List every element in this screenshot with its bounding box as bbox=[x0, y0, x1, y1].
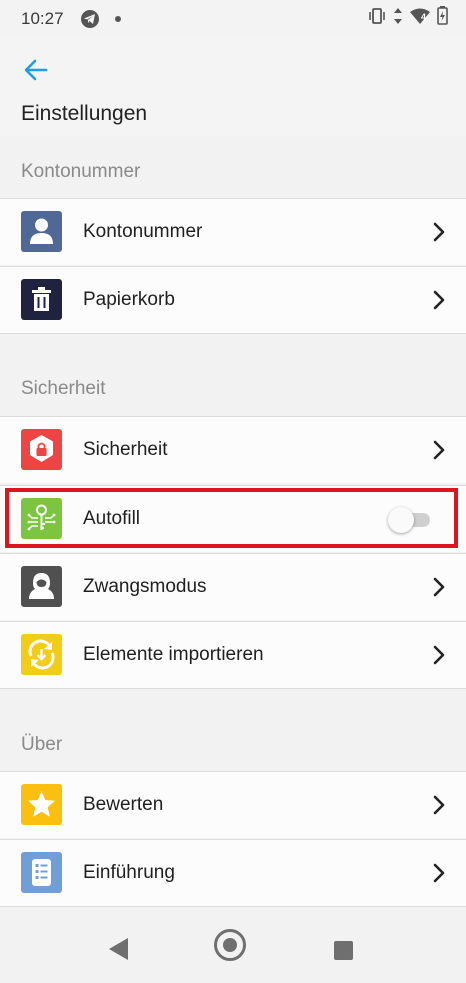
chevron-right-icon bbox=[432, 794, 446, 816]
chevron-right-icon bbox=[432, 221, 446, 243]
settings-item-trash[interactable]: Papierkorb bbox=[0, 266, 466, 334]
nav-recents-icon[interactable] bbox=[334, 941, 353, 960]
status-bar: 10:27 4 bbox=[0, 0, 466, 38]
settings-item-label: Bewerten bbox=[83, 794, 164, 815]
settings-item-label: Elemente importieren bbox=[83, 644, 264, 665]
settings-item-account-number[interactable]: Kontonummer bbox=[0, 198, 466, 265]
settings-item-import-items[interactable]: Elemente importieren bbox=[0, 621, 466, 689]
settings-item-security[interactable]: Sicherheit bbox=[0, 416, 466, 483]
circuit-key-icon bbox=[21, 498, 62, 539]
hooded-figure-icon bbox=[21, 566, 62, 607]
settings-item-label: Autofill bbox=[83, 508, 141, 529]
nav-home-icon[interactable] bbox=[214, 929, 246, 961]
status-time: 10:27 bbox=[21, 9, 64, 28]
status-icons: 4 bbox=[368, 6, 448, 30]
signal-label: 4 bbox=[421, 11, 427, 22]
settings-item-label: Papierkorb bbox=[83, 289, 175, 310]
user-icon bbox=[21, 211, 62, 252]
settings-item-label: Einführung bbox=[83, 862, 175, 883]
app-bar: Einstellungen bbox=[0, 38, 466, 136]
wifi-icon: 4 bbox=[410, 8, 430, 29]
section-header-security: Sicherheit bbox=[0, 358, 466, 416]
settings-item-rate[interactable]: Bewerten bbox=[0, 771, 466, 838]
back-arrow-icon[interactable] bbox=[22, 56, 50, 84]
trash-icon bbox=[21, 279, 62, 320]
chevron-right-icon bbox=[432, 289, 446, 311]
settings-item-introduction[interactable]: Einführung bbox=[0, 839, 466, 907]
section-header-account: Kontonummer bbox=[0, 140, 466, 198]
lock-shield-icon bbox=[21, 429, 62, 470]
settings-item-autofill[interactable]: Autofill bbox=[0, 485, 466, 552]
notification-dot-icon bbox=[115, 16, 121, 22]
import-refresh-icon bbox=[21, 634, 62, 675]
chevron-right-icon bbox=[432, 439, 446, 461]
autofill-toggle-thumb[interactable] bbox=[388, 507, 414, 533]
section-title: Über bbox=[21, 734, 63, 755]
page-title: Einstellungen bbox=[21, 102, 148, 125]
chevron-right-icon bbox=[432, 576, 446, 598]
chevron-right-icon bbox=[432, 862, 446, 884]
document-list-icon bbox=[21, 852, 62, 893]
vibrate-icon bbox=[368, 7, 386, 29]
star-icon bbox=[21, 784, 62, 825]
nav-back-icon[interactable] bbox=[108, 937, 130, 966]
settings-item-label: Kontonummer bbox=[83, 221, 203, 242]
settings-item-label: Zwangsmodus bbox=[83, 576, 207, 597]
section-title: Sicherheit bbox=[21, 378, 106, 399]
section-title: Kontonummer bbox=[21, 161, 141, 182]
telegram-icon bbox=[81, 10, 99, 28]
data-arrows-icon bbox=[393, 7, 403, 30]
settings-item-duress-mode[interactable]: Zwangsmodus bbox=[0, 553, 466, 620]
section-header-about: Über bbox=[0, 712, 466, 770]
chevron-right-icon bbox=[432, 644, 446, 666]
settings-item-label: Sicherheit bbox=[83, 439, 168, 460]
system-nav-bar bbox=[0, 910, 466, 983]
battery-icon bbox=[437, 6, 448, 30]
